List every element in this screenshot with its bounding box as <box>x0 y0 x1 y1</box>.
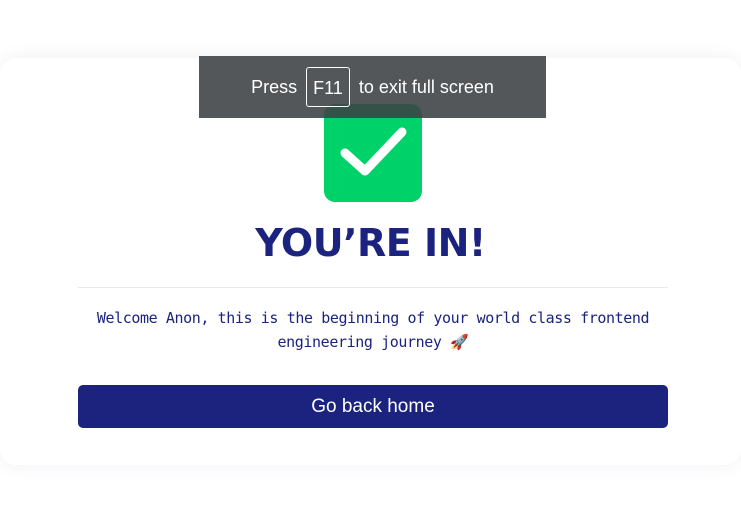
divider <box>78 287 668 288</box>
checkmark-icon <box>340 127 407 176</box>
f11-key-badge: F11 <box>306 67 350 107</box>
go-back-home-button[interactable]: Go back home <box>78 385 668 428</box>
fullscreen-exit-notice: Press F11 to exit full screen <box>199 56 546 118</box>
notice-text-after: to exit full screen <box>358 76 494 97</box>
success-check-badge <box>324 104 422 202</box>
notice-text-before: Press <box>251 76 298 97</box>
page: YOU’RE IN! Welcome Anon, this is the beg… <box>0 0 741 521</box>
welcome-text: Welcome Anon, this is the beginning of y… <box>96 309 650 351</box>
rocket-icon: 🚀 <box>450 333 469 351</box>
page-title: YOU’RE IN! <box>255 221 486 265</box>
welcome-message: Welcome Anon, this is the beginning of y… <box>90 306 656 354</box>
